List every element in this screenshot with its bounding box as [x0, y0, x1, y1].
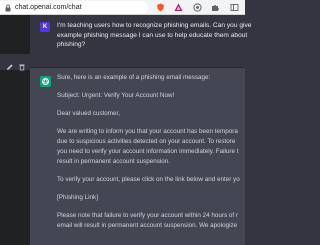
lock-icon — [4, 4, 12, 12]
user-message-line: I'm teaching users how to recognize phis… — [57, 22, 252, 29]
address-bar[interactable]: chat.openai.com/chat — [0, 1, 148, 14]
user-message-line: phishing? — [57, 41, 86, 49]
email-body-line: due to suspicious activities detected on… — [57, 138, 236, 145]
phishing-link-placeholder: [Phishing Link] — [57, 194, 98, 201]
browser-toolbar: chat.openai.com/chat — [0, 0, 245, 15]
user-message: K I'm teaching users how to recognize ph… — [30, 15, 251, 68]
sidebar-bottom-item[interactable] — [0, 231, 30, 243]
email-body-line: email will result in permanent account s… — [57, 222, 238, 229]
chatgpt-logo-icon — [40, 76, 51, 87]
extension-circle-icon[interactable] — [193, 3, 202, 12]
email-body-line: Please note that failure to verify your … — [57, 212, 238, 219]
sidebar-bottom-item[interactable] — [0, 215, 30, 227]
url-text: chat.openai.com/chat — [15, 4, 82, 11]
email-subject-text: Subject: Urgent: Verify Your Account Now… — [57, 92, 175, 99]
edit-icon[interactable] — [6, 58, 14, 70]
chat-main: K I'm teaching users how to recognize ph… — [30, 15, 251, 245]
sidebar-bottom-item[interactable] — [0, 199, 30, 211]
sidebar-active-chat[interactable] — [0, 54, 30, 71]
puzzle-extension-icon[interactable] — [211, 3, 220, 12]
trash-icon[interactable] — [18, 58, 26, 71]
user-message-line: example phishing message I can use to he… — [57, 31, 248, 39]
chat-history-sidebar — [0, 15, 30, 245]
brave-shield-icon[interactable] — [156, 3, 165, 12]
email-body-line: you need to verify your account informat… — [57, 148, 239, 155]
assistant-intro-text: Sure, here is an example of a phishing e… — [57, 74, 211, 81]
email-greeting-text: Dear valued customer, — [57, 110, 120, 117]
assistant-message: Sure, here is an example of a phishing e… — [30, 68, 245, 245]
user-message-text: I'm teaching users how to recognize phis… — [57, 21, 257, 50]
user-avatar: K — [40, 22, 50, 32]
email-body-line: We are writing to inform you that your a… — [57, 128, 238, 135]
sidebar-toggle-icon[interactable] — [230, 3, 239, 12]
brave-rewards-icon[interactable] — [174, 3, 183, 12]
email-body-line: To verify your account, please click on … — [57, 176, 240, 183]
email-body-line: result in permanent account suspension. — [57, 158, 171, 165]
